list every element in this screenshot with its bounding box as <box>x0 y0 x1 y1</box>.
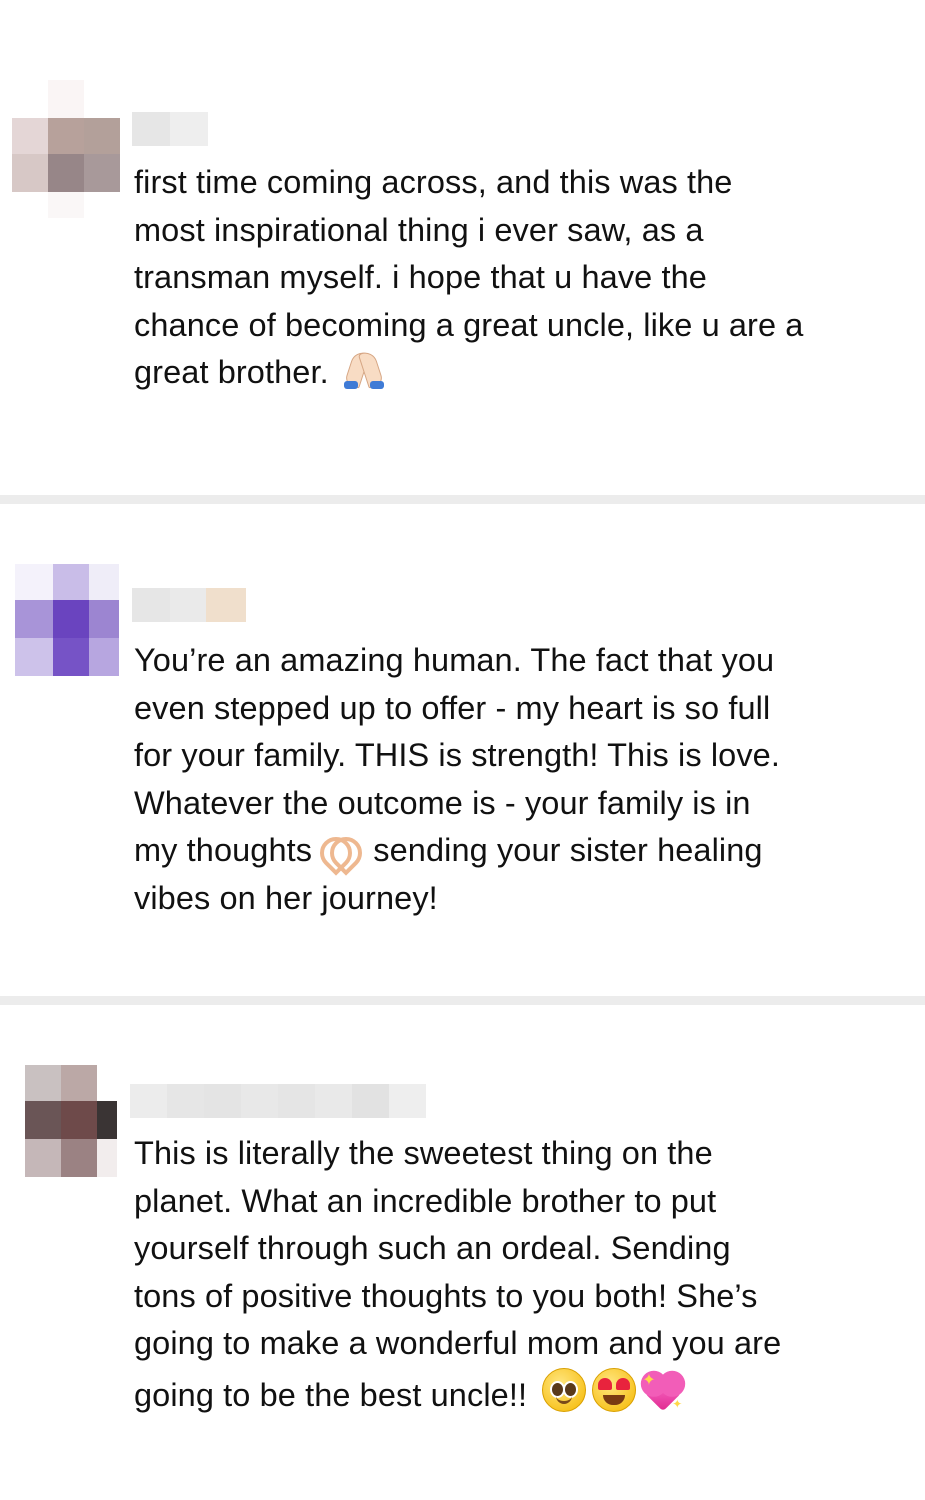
heart-eyes-face-icon <box>592 1367 637 1412</box>
comment-line: vibes on her journey! <box>134 879 438 916</box>
divider <box>0 996 925 1005</box>
comment-line: for your family. THIS is strength! This … <box>134 737 780 773</box>
comment-line: Whatever the outcome is - your family is… <box>134 784 751 821</box>
avatar[interactable] <box>15 564 119 676</box>
heart-hands-icon <box>313 830 369 876</box>
username-redacted[interactable] <box>132 588 246 622</box>
avatar[interactable] <box>12 80 122 220</box>
comment-line: most inspirational thing i ever saw, as … <box>134 211 704 248</box>
comment-line: tons of positive thoughts to you both! S… <box>134 1277 758 1314</box>
username-redacted[interactable] <box>130 1084 426 1118</box>
comment-1: first time coming across, and this was t… <box>0 0 925 495</box>
comment-text: This is literally the sweetest thing on … <box>134 1130 904 1419</box>
sparkling-heart-icon: ✦ ✦ <box>642 1369 683 1411</box>
comment-text: You’re an amazing human. The fact that y… <box>134 637 904 922</box>
comment-mixed-line: my thoughts sending your sister healing <box>134 827 904 876</box>
comment-line: first time coming across, and this was t… <box>134 164 733 200</box>
comment-line: going to be the best uncle!! <box>134 1376 528 1413</box>
comment-line: This is literally the sweetest thing on … <box>134 1135 713 1171</box>
comment-line: going to make a wonderful mom and you ar… <box>134 1325 782 1361</box>
divider <box>0 495 925 504</box>
comment-line: my thoughts <box>134 832 313 868</box>
comment-line: yourself through such an ordeal. Sending <box>134 1230 731 1266</box>
comment-2: You’re an amazing human. The fact that y… <box>0 504 925 996</box>
comment-line: chance of becoming a great uncle, like u… <box>134 306 804 343</box>
comment-last-line: great brother. <box>134 349 904 397</box>
pleading-face-icon <box>542 1367 587 1412</box>
avatar[interactable] <box>25 1065 117 1177</box>
comment-line: great brother. <box>134 354 329 390</box>
comment-last-line: going to be the best uncle!! ✦ ✦ <box>134 1367 904 1420</box>
comment-line: planet. What an incredible brother to pu… <box>134 1182 717 1219</box>
comment-line: transman myself. i hope that u have the <box>134 259 707 295</box>
comment-text: first time coming across, and this was t… <box>134 159 904 397</box>
comment-line: You’re an amazing human. The fact that y… <box>134 642 775 678</box>
comment-line: even stepped up to offer - my heart is s… <box>134 689 771 726</box>
comment-line: sending your sister healing <box>373 832 763 868</box>
username-redacted[interactable] <box>132 112 208 146</box>
comment-3: This is literally the sweetest thing on … <box>0 1005 925 1500</box>
praying-hands-icon <box>342 349 386 389</box>
